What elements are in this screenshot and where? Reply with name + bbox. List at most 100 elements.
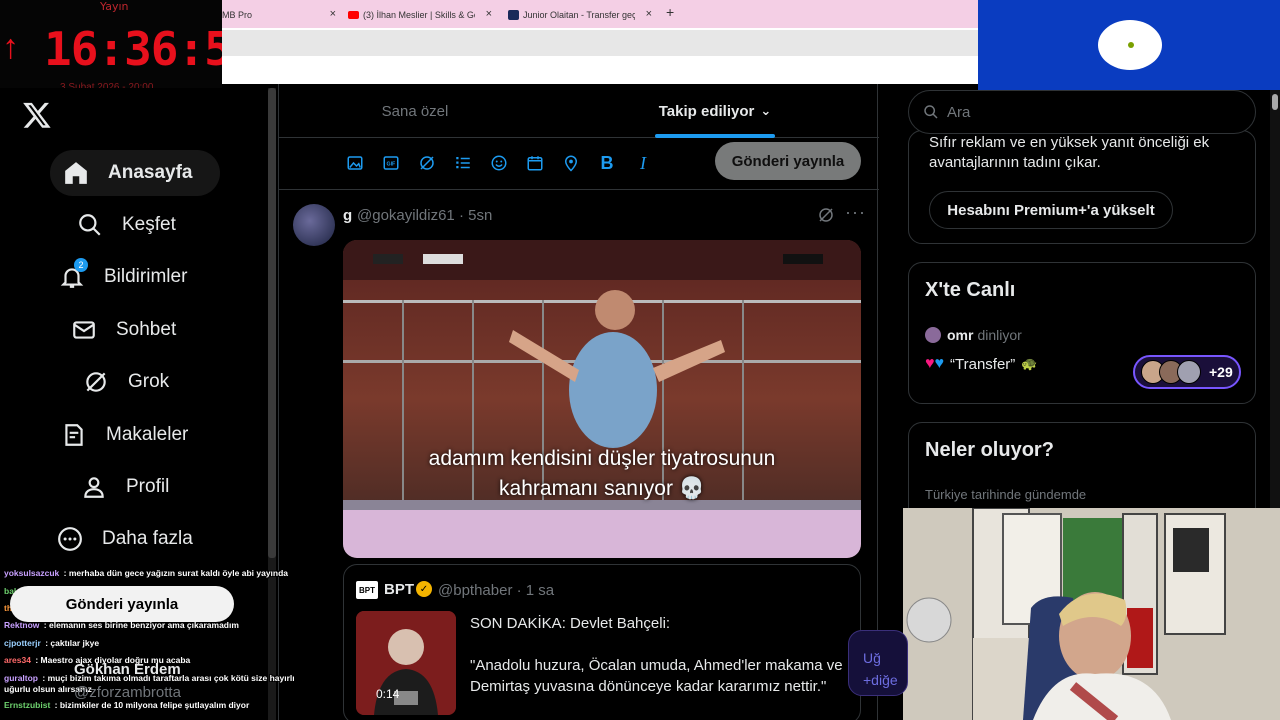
browser-tab[interactable]: MB Pro × (222, 6, 336, 24)
chat-message: Ernstzubist : bizimkiler de 10 milyona f… (4, 700, 249, 711)
location-icon[interactable] (560, 152, 582, 174)
address-bar[interactable] (222, 30, 978, 56)
host-name: omr (947, 327, 974, 343)
scrollbar-thumb[interactable] (1272, 94, 1278, 110)
close-icon[interactable]: × (330, 8, 336, 20)
nav-grok[interactable]: Grok (82, 359, 222, 405)
screen: { "overlay_clock": {"title": "Yayın", "t… (0, 0, 1280, 720)
svg-text:GIF: GIF (387, 161, 397, 167)
tab-label: Takip ediliyor (658, 102, 755, 120)
quote-body: "Anadolu huzura, Öcalan umuda, Ahmed'ler… (470, 657, 843, 695)
upgrade-premium-button[interactable]: Hesabını Premium+'a yükselt (929, 191, 1173, 229)
youtube-icon (348, 11, 359, 19)
live-topic[interactable]: ♥ ♥ “Transfer” 🐢 (925, 355, 1037, 373)
live-host[interactable]: omr dinliyor (925, 327, 1022, 343)
article-icon (60, 421, 88, 449)
nav-profile[interactable]: Profil (80, 464, 230, 510)
trends-title: Neler oluyor? (925, 439, 1054, 461)
nav-label: Keşfet (122, 214, 176, 235)
quote-video-thumbnail[interactable]: 0:14 (356, 611, 456, 715)
tweet[interactable]: g @gokayildiz61 · 5sn ··· adamım kendisi… (279, 192, 879, 720)
listener-count: +29 (1209, 364, 1233, 380)
notification-badge: 2 (74, 258, 88, 272)
nav-label: Daha fazla (102, 528, 193, 549)
nav-label: Makaleler (106, 424, 189, 445)
gif-icon[interactable]: GIF (380, 152, 402, 174)
thumbnail-image (356, 611, 456, 715)
nav-label: Profil (126, 476, 170, 497)
chat-username: cjpotterjr (4, 638, 41, 648)
left-navigation: Anasayfa Keşfet 2 Bildirimler Sohbet Gro… (0, 88, 270, 568)
site-favicon-icon (508, 10, 519, 20)
chat-username: guraltop (4, 673, 38, 683)
live-listeners[interactable]: +29 (1133, 355, 1241, 389)
tweet-author-name[interactable]: g (343, 207, 352, 224)
nav-notifications[interactable]: 2 Bildirimler (58, 254, 248, 300)
chat-username: yoksulsazcuk (4, 568, 60, 578)
nav-articles[interactable]: Makaleler (60, 412, 240, 458)
quote-handle[interactable]: @bpthaber · 1 sa (438, 582, 554, 599)
bpt-logo: BPT (356, 581, 378, 599)
chat-username: ares34 (4, 655, 31, 665)
messages-drawer[interactable]: Uğ +diğe (848, 630, 908, 696)
x-logo-icon[interactable] (22, 100, 52, 130)
host-status: dinliyor (977, 327, 1022, 343)
timeline-tabs: Sana özel Takip ediliyor ⌄ (279, 84, 879, 138)
nav-explore[interactable]: Keşfet (76, 202, 236, 248)
home-icon (62, 159, 90, 187)
nav-label: Bildirimler (104, 266, 188, 287)
chat-text: çaktılar jkye (50, 638, 100, 648)
tweet-video[interactable]: adamım kendisini düşler tiyatrosunun kah… (343, 240, 861, 558)
mail-icon (70, 316, 98, 344)
close-icon[interactable]: × (486, 8, 492, 20)
browser-tab[interactable]: (3) İlhan Meslier | Skills & Goalk... × (348, 6, 492, 24)
blue-heart-icon: ♥ (934, 355, 945, 372)
tab-following[interactable]: Takip ediliyor ⌄ (579, 84, 851, 138)
webcam-image (903, 508, 1280, 720)
image-icon[interactable] (344, 152, 366, 174)
grok-icon[interactable] (817, 206, 835, 224)
avatar[interactable] (293, 204, 335, 246)
browser-tab[interactable]: Junior Olaitan - Transfer geçmiş × (508, 6, 652, 24)
drawer-line: +diğe (863, 672, 898, 688)
bold-icon[interactable]: B (596, 152, 618, 174)
browser-tab-bar: MB Pro × (3) İlhan Meslier | Skills & Go… (222, 0, 978, 28)
live-on-x-card: X'te Canlı omr dinliyor ♥ ♥ “Transfer” 🐢… (908, 262, 1256, 404)
live-title: X'te Canlı (925, 279, 1016, 301)
italic-icon[interactable]: I (632, 152, 654, 174)
nav-home[interactable]: Anasayfa (50, 150, 220, 196)
verified-badge-icon: ✓ (416, 581, 432, 597)
account-name[interactable]: Gökhan Erdem (74, 661, 181, 678)
overlay-blue-panel (978, 0, 1280, 90)
grok-icon[interactable] (416, 152, 438, 174)
quoted-tweet[interactable]: BPT BPT ✓ @bpthaber · 1 sa 0:14 SON DAKİ… (343, 564, 861, 720)
emoji-icon[interactable] (488, 152, 510, 174)
post-button[interactable]: Gönderi yayınla (715, 142, 861, 180)
sidebar-post-button[interactable]: Gönderi yayınla (10, 586, 234, 622)
tweet-handle[interactable]: @gokayildiz61 · 5sn (357, 207, 492, 224)
new-tab-button[interactable]: + (666, 4, 674, 20)
account-handle[interactable]: @zforzambrotta (74, 684, 181, 701)
chat-text: bizimkiler de 10 milyona felipe şutlayal… (59, 700, 250, 710)
close-icon[interactable]: × (646, 8, 652, 20)
video-caption: adamım kendisini düşler tiyatrosunun kah… (343, 444, 861, 504)
chat-separator: : (32, 655, 41, 665)
chat-separator: : (40, 673, 48, 683)
schedule-icon[interactable] (524, 152, 546, 174)
stream-clock-overlay: Yayın ↑ 16:36:56 3 Şubat 2026 - 20:00 (0, 0, 259, 93)
nav-messages[interactable]: Sohbet (70, 307, 240, 353)
scrollbar-thumb[interactable] (268, 88, 276, 558)
listener-avatar (1177, 360, 1201, 384)
quote-author-name[interactable]: BPT (384, 581, 414, 598)
webcam-overlay (903, 508, 1280, 720)
video-frame (343, 240, 861, 558)
search-input[interactable]: Ara (908, 90, 1256, 134)
more-horizontal-icon[interactable]: ··· (845, 202, 866, 223)
topic-text: “Transfer” (950, 355, 1016, 373)
tab-for-you[interactable]: Sana özel (279, 84, 551, 138)
poll-icon[interactable] (452, 152, 474, 174)
messages-drawer-label: Uğ +diğe (863, 647, 898, 691)
chevron-down-icon: ⌄ (760, 103, 772, 118)
nav-more[interactable]: Daha fazla (56, 516, 256, 562)
trends-subtitle: Türkiye tarihinde gündemde (925, 487, 1087, 502)
